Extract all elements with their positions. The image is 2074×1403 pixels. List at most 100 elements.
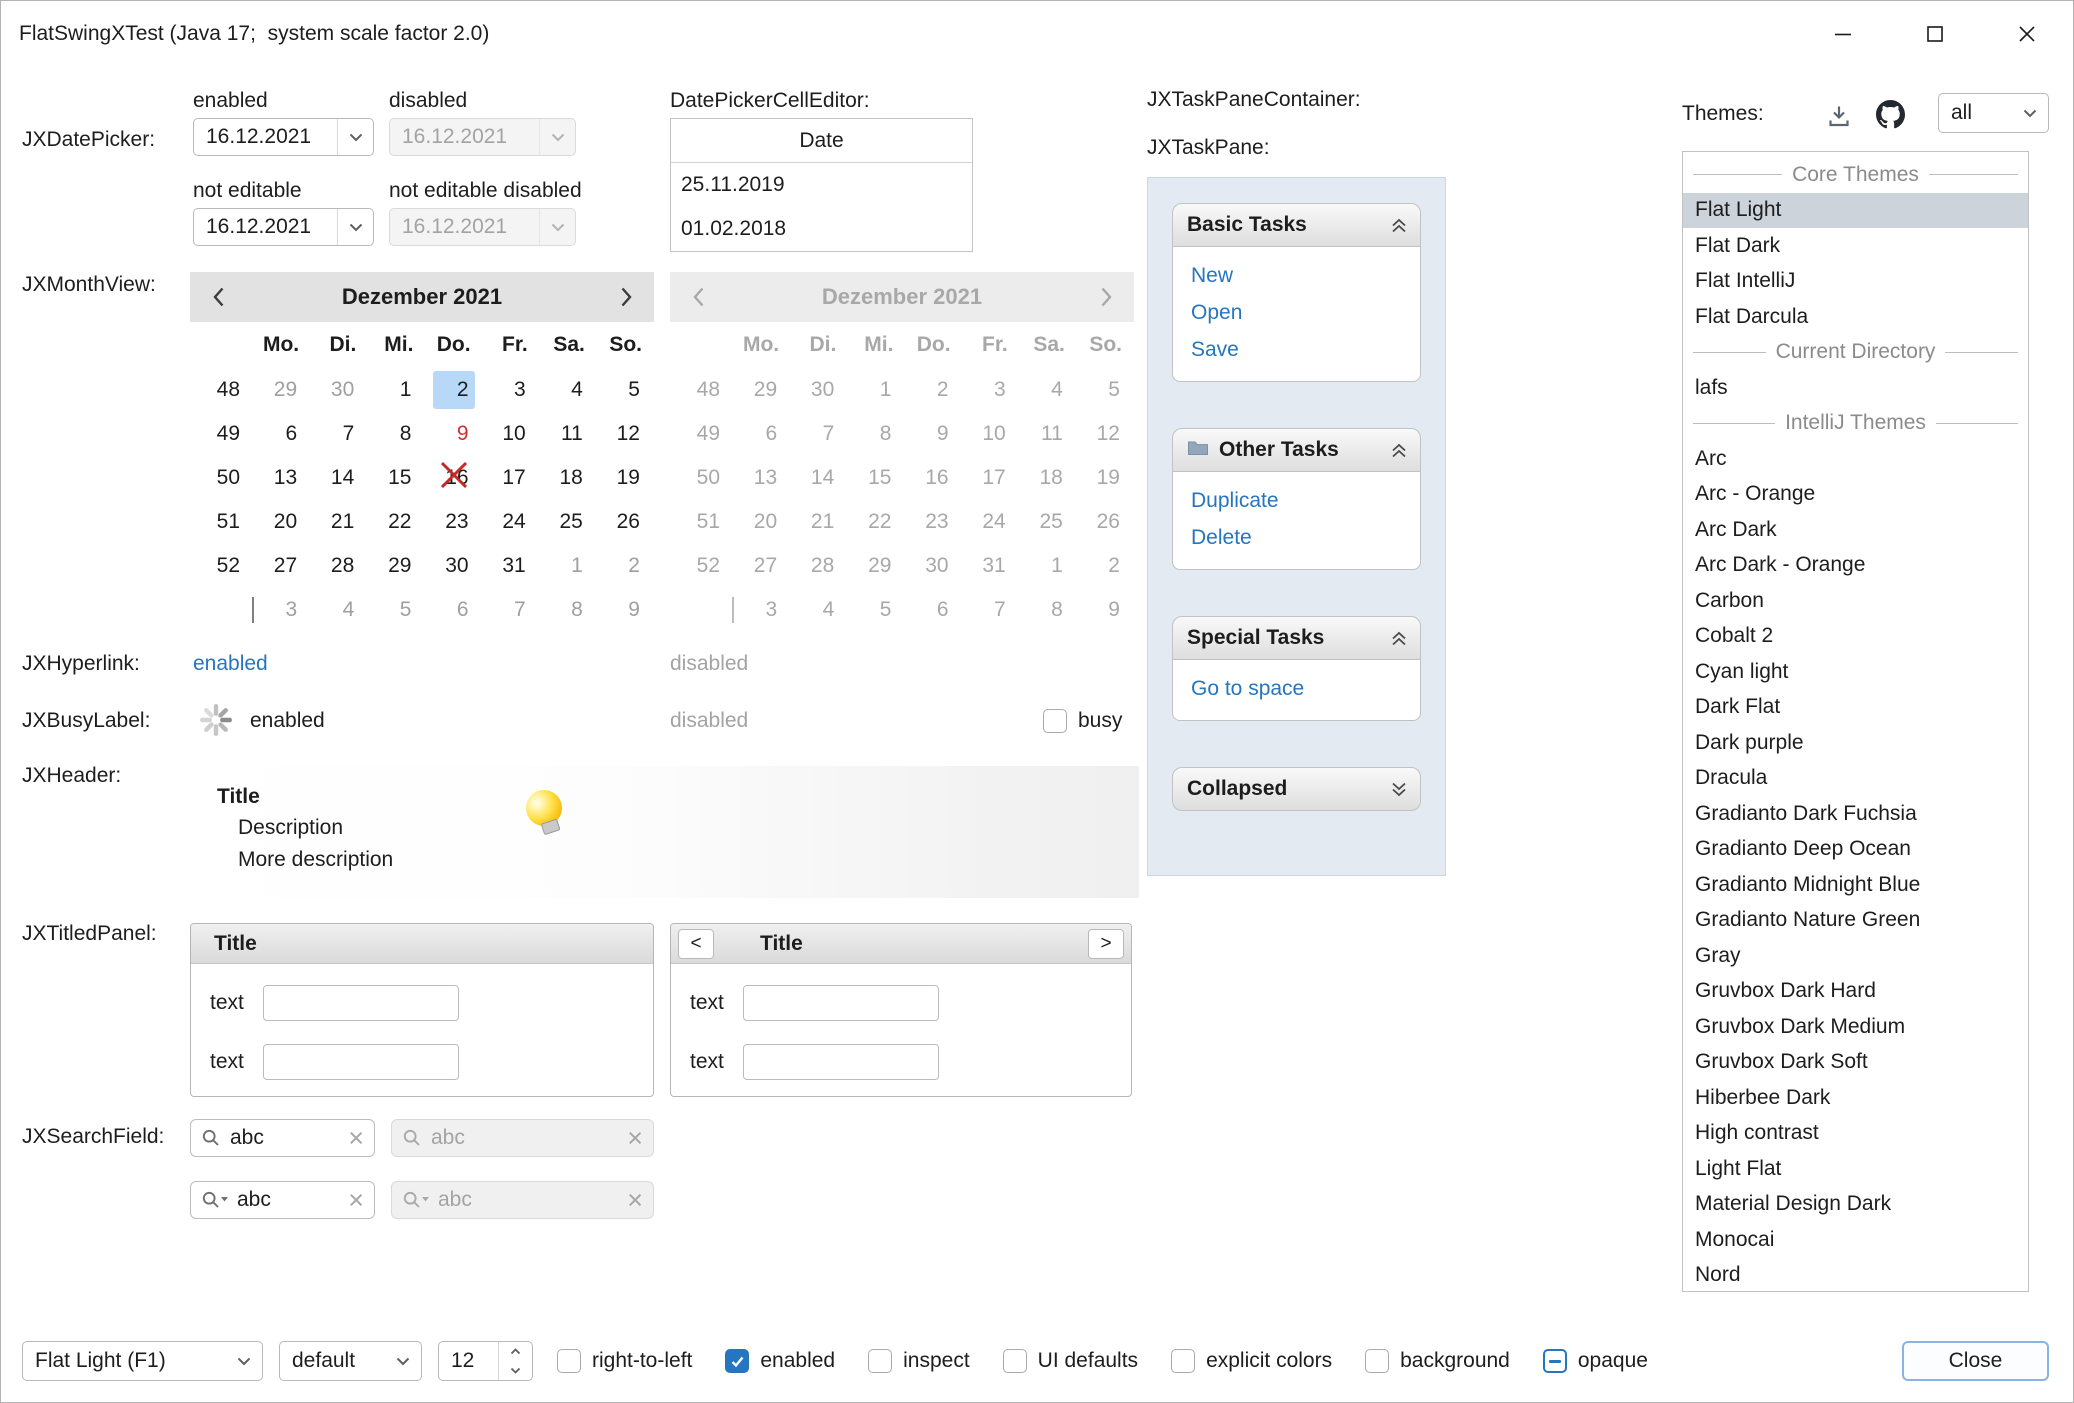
taskpane-link-go-to-space[interactable]: Go to space (1191, 670, 1420, 707)
hyperlink-enabled[interactable]: enabled (193, 650, 268, 678)
taskpane-link-save[interactable]: Save (1191, 331, 1420, 368)
font-size-spinner[interactable]: 12 (438, 1341, 533, 1381)
calendar-day[interactable]: 9 (425, 412, 482, 456)
calendar-day[interactable]: 29 (254, 368, 311, 412)
calendar-day[interactable]: 5 (368, 588, 425, 632)
taskpane-link-delete[interactable]: Delete (1191, 519, 1420, 556)
theme-item-dark-flat[interactable]: Dark Flat (1683, 690, 2028, 726)
calendar-day[interactable]: 22 (368, 500, 425, 544)
search-field-with-menu-enabled[interactable]: abc × (190, 1181, 375, 1219)
taskpane-header-basic-tasks[interactable]: Basic Tasks (1172, 203, 1421, 247)
theme-item-material-design-dark[interactable]: Material Design Dark (1683, 1187, 2028, 1223)
table-row[interactable]: 25.11.2019 (671, 163, 972, 207)
theme-item-monocai[interactable]: Monocai (1683, 1222, 2028, 1258)
calendar-day[interactable]: 3 (483, 368, 540, 412)
theme-item-flat-darcula[interactable]: Flat Darcula (1683, 299, 2028, 335)
table-row[interactable]: 01.02.2018 (671, 207, 972, 251)
theme-item-hiberbee-dark[interactable]: Hiberbee Dark (1683, 1080, 2028, 1116)
taskpane-link-open[interactable]: Open (1191, 294, 1420, 331)
checkbox-ui-defaults[interactable]: UI defaults (1003, 1345, 1138, 1377)
calendar-day[interactable]: 1 (540, 544, 597, 588)
theme-item-flat-light[interactable]: Flat Light (1683, 193, 2028, 229)
theme-item-gradianto-nature-green[interactable]: Gradianto Nature Green (1683, 903, 2028, 939)
calendar-day[interactable]: 2 (425, 368, 482, 412)
calendar-day[interactable]: 13 (254, 456, 311, 500)
theme-item-lafs[interactable]: lafs (1683, 370, 2028, 406)
calendar-day[interactable]: 23 (425, 500, 482, 544)
checkbox-right-to-left[interactable]: right-to-left (557, 1345, 692, 1377)
theme-item-dark-purple[interactable]: Dark purple (1683, 725, 2028, 761)
spinner-down-button[interactable] (499, 1361, 532, 1380)
calendar-day[interactable]: 31 (483, 544, 540, 588)
calendar-day[interactable]: 7 (483, 588, 540, 632)
calendar-day[interactable]: 14 (311, 456, 368, 500)
text-input[interactable] (263, 985, 459, 1021)
calendar-day[interactable]: 27 (254, 544, 311, 588)
calendar-day[interactable]: 19 (597, 456, 654, 500)
calendar-day[interactable]: 20 (254, 500, 311, 544)
checkbox-opaque[interactable]: opaque (1543, 1345, 1648, 1377)
calendar-day[interactable]: 2 (597, 544, 654, 588)
next-month-button[interactable] (608, 286, 644, 308)
calendar-day[interactable]: 3 (254, 588, 311, 632)
text-input[interactable] (263, 1044, 459, 1080)
theme-item-gradianto-midnight-blue[interactable]: Gradianto Midnight Blue (1683, 867, 2028, 903)
checkbox-inspect[interactable]: inspect (868, 1345, 970, 1377)
calendar-day[interactable]: 6 (425, 588, 482, 632)
laf-combo[interactable]: Flat Light (F1) (22, 1341, 263, 1381)
theme-item-gradianto-dark-fuchsia[interactable]: Gradianto Dark Fuchsia (1683, 796, 2028, 832)
checkbox-background[interactable]: background (1365, 1345, 1510, 1377)
calendar-day[interactable]: 21 (311, 500, 368, 544)
taskpane-header-special-tasks[interactable]: Special Tasks (1172, 616, 1421, 660)
calendar-day[interactable]: 7 (311, 412, 368, 456)
calendar-day[interactable]: 11 (540, 412, 597, 456)
calendar-day[interactable]: 5 (597, 368, 654, 412)
calendar-day[interactable]: 18 (540, 456, 597, 500)
close-window-button[interactable] (1981, 1, 2073, 67)
prev-month-button[interactable] (200, 286, 236, 308)
checkbox-busy[interactable]: busy (1043, 705, 1122, 737)
calendar-day[interactable]: 28 (311, 544, 368, 588)
next-button[interactable]: > (1088, 929, 1124, 959)
theme-item-arc-orange[interactable]: Arc - Orange (1683, 477, 2028, 513)
theme-item-gruvbox-dark-medium[interactable]: Gruvbox Dark Medium (1683, 1009, 2028, 1045)
calendar-day[interactable]: 29 (368, 544, 425, 588)
theme-item-arc-dark[interactable]: Arc Dark (1683, 512, 2028, 548)
calendar-day[interactable]: 1 (368, 368, 425, 412)
taskpane-header-other-tasks[interactable]: Other Tasks (1172, 428, 1421, 472)
calendar-day[interactable]: 17 (483, 456, 540, 500)
calendar-day[interactable]: 15 (368, 456, 425, 500)
prev-button[interactable]: < (678, 929, 714, 959)
calendar-day[interactable]: 6 (254, 412, 311, 456)
theme-item-high-contrast[interactable]: High contrast (1683, 1116, 2028, 1152)
theme-item-nord[interactable]: Nord (1683, 1258, 2028, 1293)
spinner-up-button[interactable] (499, 1342, 532, 1361)
search-field-enabled[interactable]: abc × (190, 1119, 375, 1157)
checkbox-enabled[interactable]: enabled (725, 1345, 835, 1377)
text-input[interactable] (743, 985, 939, 1021)
calendar-day[interactable]: 4 (540, 368, 597, 412)
download-icon[interactable] (1819, 96, 1859, 136)
calendar-day[interactable]: 26 (597, 500, 654, 544)
checkbox-explicit-colors[interactable]: explicit colors (1171, 1345, 1332, 1377)
calendar-day[interactable]: 10 (483, 412, 540, 456)
clear-icon[interactable]: × (348, 1125, 364, 1152)
taskpane-link-new[interactable]: New (1191, 257, 1420, 294)
theme-item-cyan-light[interactable]: Cyan light (1683, 654, 2028, 690)
calendar-day[interactable]: 24 (483, 500, 540, 544)
calendar-day[interactable]: 12 (597, 412, 654, 456)
theme-item-light-flat[interactable]: Light Flat (1683, 1151, 2028, 1187)
theme-item-arc[interactable]: Arc (1683, 441, 2028, 477)
theme-item-cobalt-2[interactable]: Cobalt 2 (1683, 619, 2028, 655)
theme-item-flat-intellij[interactable]: Flat IntelliJ (1683, 264, 2028, 300)
datepicker-not-editable[interactable]: 16.12.2021 (193, 208, 374, 246)
text-input[interactable] (743, 1044, 939, 1080)
search-with-menu-icon[interactable] (201, 1190, 229, 1210)
maximize-button[interactable] (1889, 1, 1981, 67)
chevron-down-icon[interactable] (337, 119, 373, 155)
close-button[interactable]: Close (1902, 1341, 2049, 1381)
theme-item-dracula[interactable]: Dracula (1683, 761, 2028, 797)
calendar-day[interactable]: 30 (311, 368, 368, 412)
taskpane-link-duplicate[interactable]: Duplicate (1191, 482, 1420, 519)
chevron-down-icon[interactable] (337, 209, 373, 245)
